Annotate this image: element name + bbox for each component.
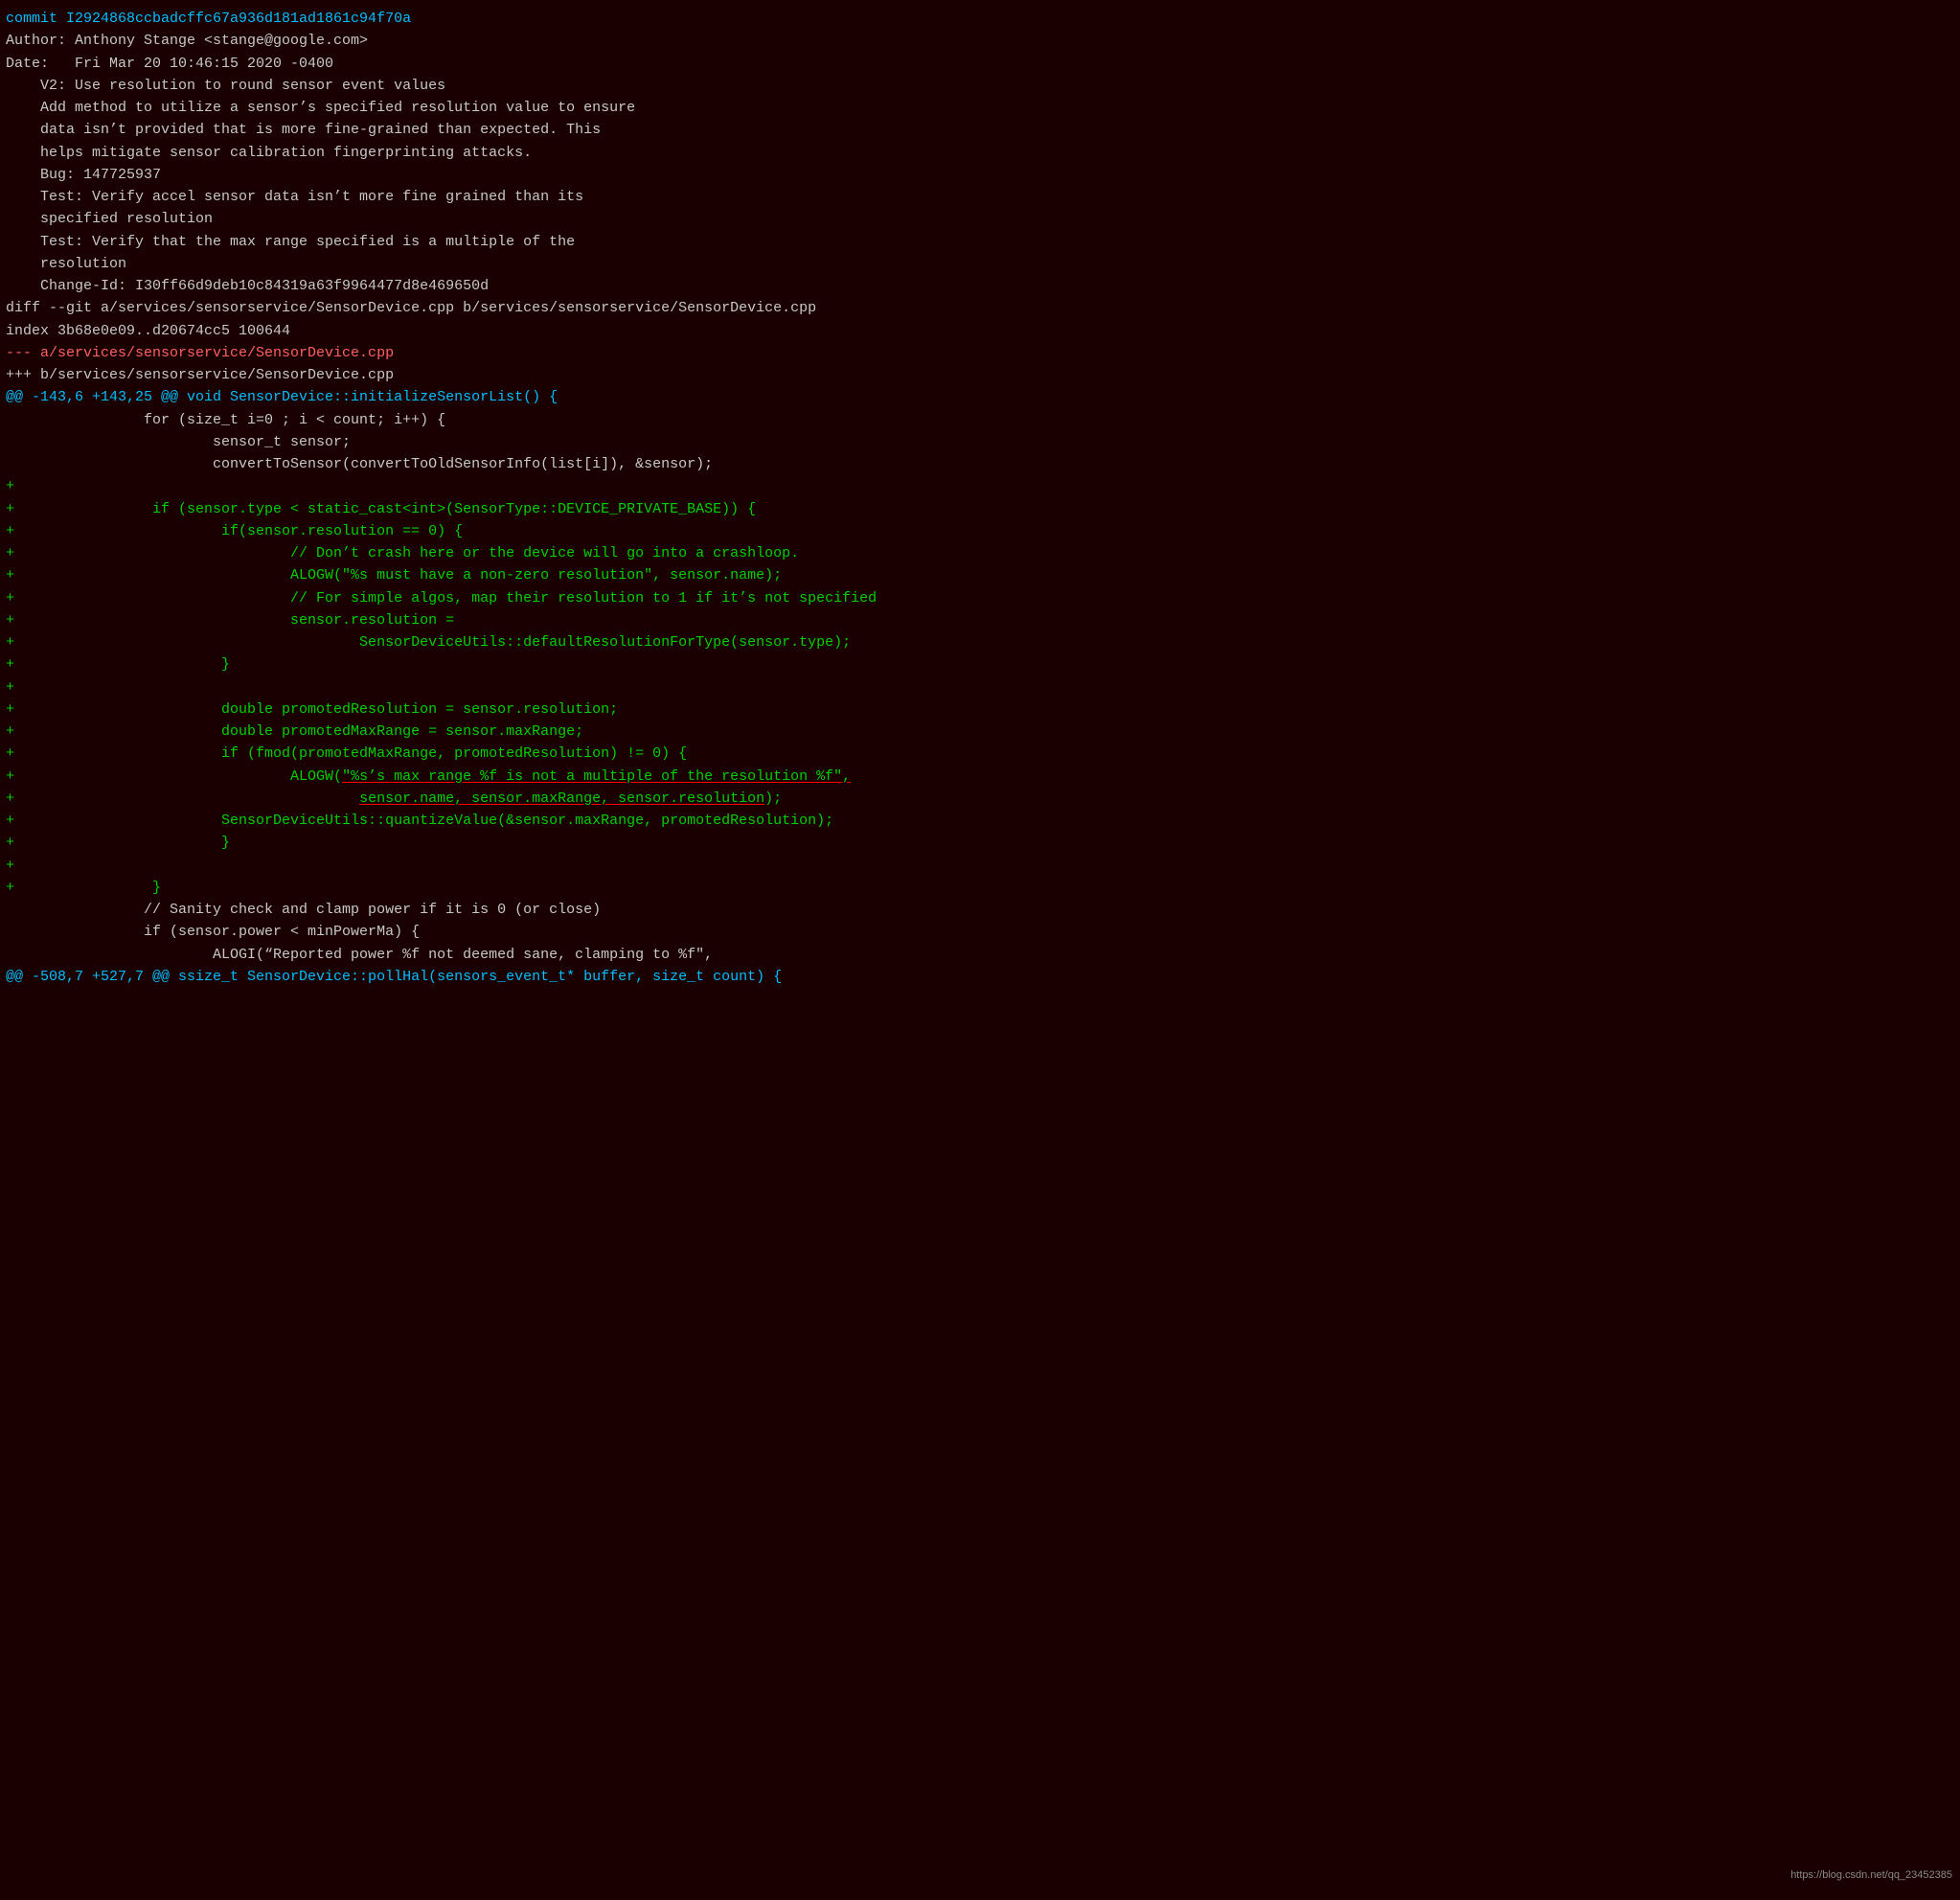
code-line: data isn’t provided that is more fine-gr… — [4, 119, 1956, 141]
code-line: Date: Fri Mar 20 10:46:15 2020 -0400 — [4, 53, 1956, 75]
code-line: // Sanity check and clamp power if it is… — [4, 899, 1956, 921]
code-view: commit I2924868ccbadcffc67a936d181ad1861… — [4, 8, 1956, 1892]
code-line: Bug: 147725937 — [4, 164, 1956, 186]
code-line: --- a/services/sensorservice/SensorDevic… — [4, 342, 1956, 364]
code-line: Add method to utilize a sensor’s specifi… — [4, 97, 1956, 119]
code-line: @@ -508,7 +527,7 @@ ssize_t SensorDevice… — [4, 966, 1956, 988]
code-line: + SensorDeviceUtils::defaultResolutionFo… — [4, 631, 1956, 653]
code-line: + double promotedMaxRange = sensor.maxRa… — [4, 721, 1956, 743]
code-line: sensor_t sensor; — [4, 431, 1956, 453]
code-line: diff --git a/services/sensorservice/Sens… — [4, 297, 1956, 319]
code-line: Change-Id: I30ff66d9deb10c84319a63f99644… — [4, 275, 1956, 297]
code-line: + — [4, 676, 1956, 698]
code-line: + } — [4, 877, 1956, 899]
code-line: index 3b68e0e09..d20674cc5 100644 — [4, 320, 1956, 342]
code-line: + if (fmod(promotedMaxRange, promotedRes… — [4, 743, 1956, 765]
code-line: convertToSensor(convertToOldSensorInfo(l… — [4, 453, 1956, 475]
code-line: @@ -143,6 +143,25 @@ void SensorDevice::… — [4, 386, 1956, 408]
code-line: + double promotedResolution = sensor.res… — [4, 698, 1956, 721]
code-line: V2: Use resolution to round sensor event… — [4, 75, 1956, 97]
code-line: for (size_t i=0 ; i < count; i++) { — [4, 409, 1956, 431]
code-line: + if (sensor.type < static_cast<int>(Sen… — [4, 498, 1956, 520]
code-line: + } — [4, 832, 1956, 854]
code-line: if (sensor.power < minPowerMa) { — [4, 921, 1956, 943]
code-line: + ALOGW("%s must have a non-zero resolut… — [4, 564, 1956, 586]
code-line: Author: Anthony Stange <stange@google.co… — [4, 30, 1956, 52]
code-line: + } — [4, 653, 1956, 675]
code-line: + sensor.name, sensor.maxRange, sensor.r… — [4, 788, 1956, 810]
code-line: + // Don’t crash here or the device will… — [4, 542, 1956, 564]
code-line: resolution — [4, 253, 1956, 275]
code-line: + if(sensor.resolution == 0) { — [4, 520, 1956, 542]
code-line: + — [4, 855, 1956, 877]
code-line: commit I2924868ccbadcffc67a936d181ad1861… — [4, 8, 1956, 30]
code-line: +++ b/services/sensorservice/SensorDevic… — [4, 364, 1956, 386]
code-line: helps mitigate sensor calibration finger… — [4, 142, 1956, 164]
code-line: specified resolution — [4, 208, 1956, 230]
code-line: + SensorDeviceUtils::quantizeValue(&sens… — [4, 810, 1956, 832]
code-line: ALOGI(“Reported power %f not deemed sane… — [4, 944, 1956, 966]
code-line: + — [4, 475, 1956, 497]
code-line: + sensor.resolution = — [4, 609, 1956, 631]
watermark: https://blog.csdn.net/qq_23452385 — [1790, 1869, 1952, 1881]
code-line: Test: Verify that the max range specifie… — [4, 231, 1956, 253]
code-line: + ALOGW("%s’s max range %f is not a mult… — [4, 766, 1956, 788]
code-line: Test: Verify accel sensor data isn’t mor… — [4, 186, 1956, 208]
code-line: + // For simple algos, map their resolut… — [4, 587, 1956, 609]
